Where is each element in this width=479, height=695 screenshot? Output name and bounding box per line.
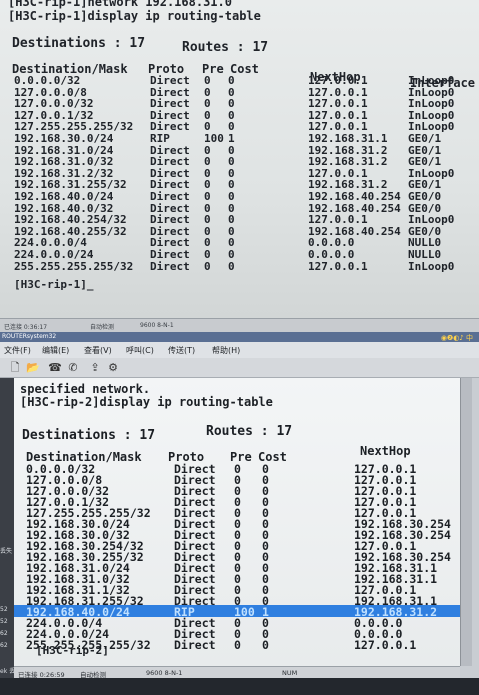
command-line: [H3C-rip-1]display ip routing-table (8, 9, 261, 23)
toolbar: 🗋 📂 ☎ ✆ ⇪ ⚙ (0, 358, 479, 378)
send-icon[interactable]: ⇪ (88, 361, 102, 375)
destinations-count: Destinations : 17 (12, 36, 146, 51)
cell-cost: 0 (228, 259, 235, 273)
status-bar: 已连接 0:36:17 自动检测 9600 8-N-1 (0, 318, 479, 332)
taskbar: ROUTERsystem32 ◉❷◐♪ 中 (0, 332, 479, 342)
cli-prompt[interactable]: [H3C-rip-2] (36, 644, 109, 657)
side-label: 丢失 (0, 548, 13, 555)
connection-time: 已连接 0:36:17 (4, 324, 48, 331)
table-row: 127.0.0.1/32 Direct 0 0 127.0.0.1 InLoop0 (0, 109, 479, 122)
port-settings: 9600 8-N-1 (140, 322, 174, 329)
menu-call[interactable]: 呼叫(C) (126, 345, 154, 356)
side-label: 62 (0, 630, 8, 637)
terminal-window-1[interactable]: [H3C-rip-1]network 192.168.31.0 [H3C-rip… (0, 0, 479, 318)
cell-pre: 0 (204, 259, 211, 273)
cell-proto: Direct (150, 259, 190, 273)
cell-nexthop: 127.0.0.1 (354, 638, 417, 652)
routes-count: Routes : 17 (206, 424, 293, 439)
num-lock-indicator: NUM (282, 669, 298, 677)
table-row: 192.168.40.254/32 Direct 0 0 127.0.0.1 InLoop… (0, 213, 479, 226)
cell-proto: Direct (174, 638, 216, 652)
routes-count: Routes : 17 (182, 40, 269, 55)
menu-bar: 文件(F) 编辑(E) 查看(V) 呼叫(C) 传送(T) 帮助(H) (0, 342, 479, 358)
menu-file[interactable]: 文件(F) (4, 345, 31, 356)
cell-iface: InLoop0 (408, 259, 455, 273)
table-row: 192.168.30.0/24 RIP 100 1 192.168.31.1 GE0/1 (0, 132, 479, 145)
terminal-screen[interactable]: specified network. [H3C-rip-2]display ip… (14, 378, 460, 666)
destinations-count: Destinations : 17 (22, 428, 156, 443)
table-row: 192.168.31.0/24 Direct 0 0 192.168.31.2 GE0/1 (0, 144, 479, 157)
cell-pre: 0 (234, 638, 241, 652)
table-row: 224.0.0.0/4 Direct 0 0 0.0.0.0 NULL0 (0, 236, 479, 249)
menu-view[interactable]: 查看(V) (84, 345, 112, 356)
command-line: [H3C-rip-1]network 192.168.31.0 (8, 0, 232, 9)
table-row: 192.168.40.0/24 Direct 0 0 192.168.40.254 GE0… (0, 190, 479, 203)
port-settings: 9600 8-N-1 (146, 669, 183, 677)
side-label: 52 (0, 606, 8, 613)
cli-prompt[interactable]: [H3C-rip-1]_ (14, 278, 93, 291)
open-icon[interactable]: 📂 (26, 361, 40, 375)
side-label: 62 (0, 642, 8, 649)
phone-icon[interactable]: ☎ (48, 361, 62, 375)
table-row: 192.168.31.255/32 Direct 0 0 192.168.31.2 GE0… (0, 178, 479, 191)
command-line: [H3C-rip-2]display ip routing-table (20, 395, 273, 409)
menu-edit[interactable]: 编辑(E) (42, 345, 69, 356)
desktop-edge (0, 678, 479, 695)
table-row: 192.168.40.0/32 Direct 0 0 192.168.40.254 GE0… (0, 202, 479, 215)
table-row: 192.168.40.255/32 Direct 0 0 192.168.40.254 G… (0, 225, 479, 238)
column-header-nexthop: NextHop (360, 444, 411, 458)
disconnect-icon[interactable]: ✆ (66, 361, 80, 375)
table-row: 0.0.0.0/32 Direct 0 0 127.0.0.1 InLoop0 (0, 74, 479, 87)
cell-cost: 0 (262, 638, 269, 652)
table-row: 255.255.255.255/32 Direct 0 0 127.0.0.1 InLoo… (0, 259, 479, 273)
table-row: 224.0.0.0/24 Direct 0 0 0.0.0.0 NULL0 (0, 248, 479, 261)
status-bar: 已连接 0:26:59 自动检测 9600 8-N-1 NUM (14, 666, 460, 679)
auto-detect: 自动检测 (90, 324, 115, 331)
menu-transfer[interactable]: 传送(T) (168, 345, 195, 356)
taskbar-item[interactable]: ROUTERsystem32 (2, 333, 56, 340)
menu-help[interactable]: 帮助(H) (212, 345, 240, 356)
cell-dest: 255.255.255.255/32 (14, 259, 134, 273)
cell-nexthop: 127.0.0.1 (308, 259, 368, 273)
table-row: 127.0.0.0/32 Direct 0 0 127.0.0.1 InLoop0 (0, 97, 479, 110)
table-row: 192.168.31.0/32 Direct 0 0 192.168.31.2 GE0/1 (0, 155, 479, 168)
output-line: specified network. (20, 382, 151, 396)
side-label: 52 (0, 618, 8, 625)
table-row: 192.168.31.2/32 Direct 0 0 127.0.0.1 InLoop0 (0, 167, 479, 180)
table-row: 127.255.255.255/32 Direct 0 0 127.0.0.1 InLoo… (0, 120, 479, 133)
new-icon[interactable]: 🗋 (8, 361, 22, 375)
vertical-scrollbar[interactable] (460, 378, 472, 666)
properties-icon[interactable]: ⚙ (106, 361, 120, 375)
table-row: 127.0.0.0/8 Direct 0 0 127.0.0.1 InLoop0 (0, 86, 479, 99)
hyperterminal-window-2: 文件(F) 编辑(E) 查看(V) 呼叫(C) 传送(T) 帮助(H) 🗋 📂 … (0, 342, 479, 695)
background-sidebar: 丢失 52 52 62 62 ek 丢失 (0, 378, 21, 678)
